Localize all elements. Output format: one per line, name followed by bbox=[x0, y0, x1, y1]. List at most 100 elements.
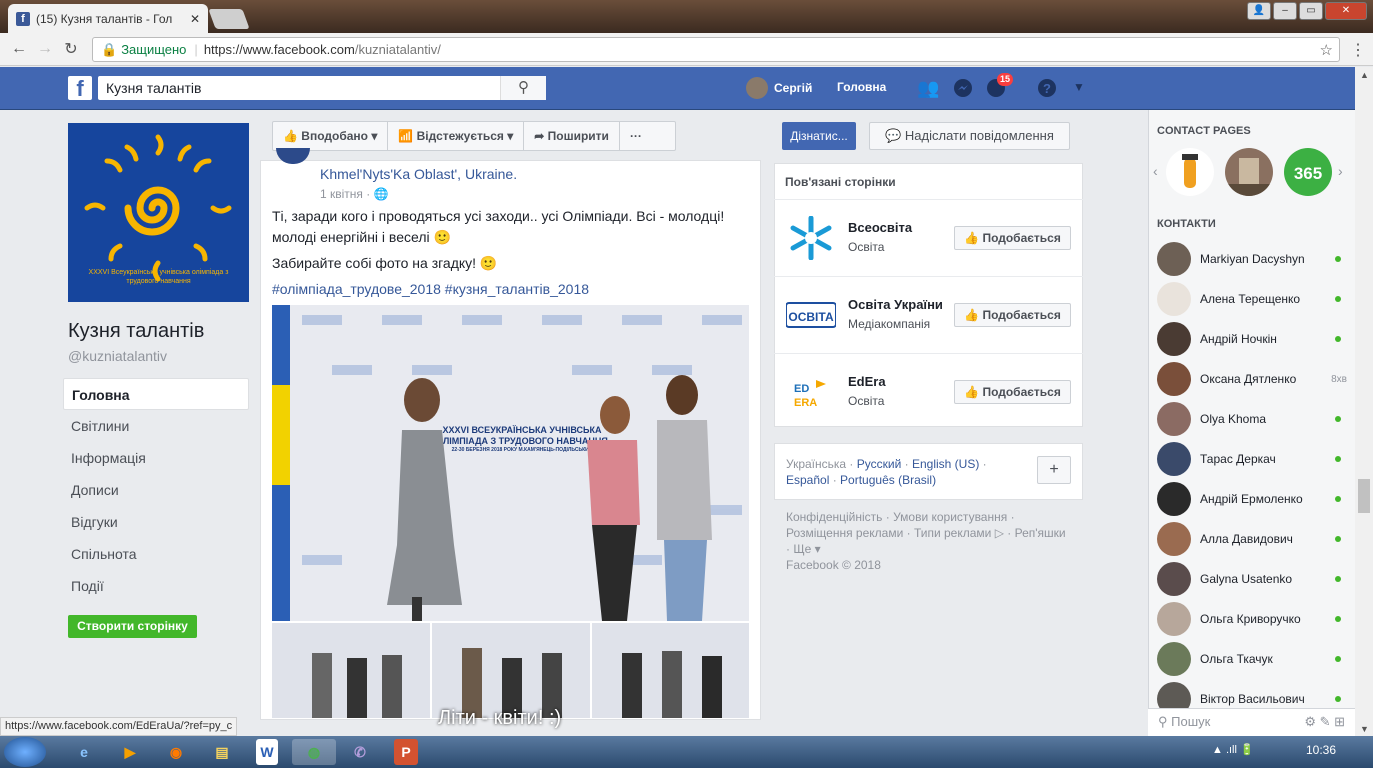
related-page-name[interactable]: EdEra bbox=[848, 374, 886, 389]
post-location-link[interactable]: Khmel'Nyts'Ka Oblast', Ukraine. bbox=[320, 166, 517, 182]
like-page-button[interactable]: 👍 Подобається bbox=[954, 226, 1071, 250]
user-icon[interactable]: 👤 bbox=[1247, 2, 1271, 20]
like-page-button[interactable]: 👍 Подобається bbox=[954, 303, 1071, 327]
page-handle[interactable]: @kuzniatalantiv bbox=[68, 348, 167, 364]
close-window-button[interactable]: ✕ bbox=[1325, 2, 1367, 20]
fb-top-bar: f Кузня талантів ⚲ Сергій Головна 👥 15 ?… bbox=[0, 67, 1355, 110]
like-page-button[interactable]: 👍 Подобається bbox=[954, 380, 1071, 404]
contact-item[interactable]: Андрій Ночкін bbox=[1157, 319, 1347, 359]
taskbar-clock[interactable]: 10:36 bbox=[1306, 743, 1336, 757]
language-link[interactable]: Русский bbox=[857, 457, 902, 471]
bookmark-star-icon[interactable]: ☆ bbox=[1320, 41, 1333, 59]
language-link[interactable]: Português (Brasil) bbox=[840, 473, 936, 487]
post-photo-thumb[interactable] bbox=[592, 623, 749, 718]
new-tab-button[interactable] bbox=[208, 9, 250, 29]
nav-item-photos[interactable]: Світлини bbox=[63, 410, 249, 442]
contact-item[interactable]: Galyna Usatenko bbox=[1157, 559, 1347, 599]
friend-requests-icon[interactable]: 👥 bbox=[917, 78, 939, 100]
account-menu-chevron-icon[interactable]: ▼ bbox=[1068, 80, 1090, 102]
scroll-up-arrow-icon[interactable]: ▲ bbox=[1360, 70, 1369, 80]
nav-item-home[interactable]: Головна bbox=[63, 378, 249, 410]
language-link[interactable]: English (US) bbox=[912, 457, 979, 471]
viber-icon[interactable]: ✆ bbox=[338, 739, 382, 765]
facebook-logo-icon[interactable]: f bbox=[68, 76, 92, 101]
media-player-icon[interactable]: ▶ bbox=[108, 739, 152, 765]
page-title[interactable]: Кузня талантів bbox=[68, 320, 204, 343]
related-page-name[interactable]: Всеосвіта bbox=[848, 220, 912, 235]
maximize-button[interactable]: ▭ bbox=[1299, 2, 1323, 20]
related-page-row[interactable]: ОСВІТА Освіта України Медіакомпанія 👍 По… bbox=[774, 276, 1083, 352]
post-photo-thumb[interactable] bbox=[432, 623, 590, 718]
contact-item[interactable]: Андрій Ермоленко bbox=[1157, 479, 1347, 519]
chat-search-input[interactable]: ⚲ Пошук ⚙ ✎ ⊞ bbox=[1148, 708, 1355, 736]
contact-item[interactable]: Ольга Криворучко bbox=[1157, 599, 1347, 639]
post-hashtags[interactable]: #олімпіада_трудове_2018 #кузня_талантів_… bbox=[272, 279, 752, 300]
file-explorer-icon[interactable]: ▤ bbox=[200, 739, 244, 765]
start-button[interactable] bbox=[4, 737, 46, 767]
carousel-next-icon[interactable]: › bbox=[1338, 163, 1343, 179]
nav-item-about[interactable]: Інформація bbox=[63, 442, 249, 474]
reload-icon[interactable]: ↻ bbox=[58, 39, 84, 59]
close-tab-icon[interactable]: ✕ bbox=[190, 12, 200, 26]
contact-item[interactable]: Оксана Дятленко 8хв bbox=[1157, 359, 1347, 399]
post-date[interactable]: 1 квітня · 🌐 bbox=[320, 187, 389, 201]
contact-page-avatar[interactable]: 365 bbox=[1284, 148, 1332, 196]
home-link[interactable]: Головна bbox=[837, 80, 886, 94]
more-button[interactable]: ··· bbox=[620, 122, 652, 150]
liked-button[interactable]: 👍 Вподобано ▾ bbox=[273, 122, 389, 150]
contact-item[interactable]: Olya Khoma bbox=[1157, 399, 1347, 439]
language-link[interactable]: Español bbox=[786, 473, 829, 487]
nav-item-events[interactable]: Події bbox=[63, 570, 249, 602]
related-page-row[interactable]: Всеосвіта Освіта 👍 Подобається bbox=[774, 199, 1083, 275]
contact-item[interactable]: Тарас Деркач bbox=[1157, 439, 1347, 479]
send-message-button[interactable]: 💬 Надіслати повідомлення bbox=[869, 122, 1070, 150]
ie-icon[interactable]: e bbox=[62, 739, 106, 765]
nav-item-community[interactable]: Спільнота bbox=[63, 538, 249, 570]
search-input[interactable]: Кузня талантів bbox=[98, 76, 546, 100]
chat-settings-icon[interactable]: ⚙ ✎ ⊞ bbox=[1304, 714, 1345, 730]
nav-item-reviews[interactable]: Відгуки bbox=[63, 506, 249, 538]
profile-link[interactable]: Сергій bbox=[746, 77, 812, 99]
contact-page-avatar[interactable] bbox=[1225, 148, 1273, 196]
omnibox[interactable]: 🔒 Защищено | https://www.facebook.com/ku… bbox=[92, 37, 1340, 62]
back-icon[interactable]: ← bbox=[6, 40, 32, 58]
contact-page-avatar[interactable] bbox=[1166, 148, 1214, 196]
messenger-icon[interactable] bbox=[952, 78, 974, 100]
system-tray-icons[interactable]: ▲ .ıll 🔋 bbox=[1212, 743, 1254, 756]
scroll-down-arrow-icon[interactable]: ▼ bbox=[1360, 724, 1369, 734]
page-profile-picture[interactable]: XXXVI Всеукраїнська учнівська олімпіада … bbox=[68, 123, 249, 302]
add-language-button[interactable]: + bbox=[1037, 456, 1071, 484]
contact-item[interactable]: Markiyan Dacyshyn bbox=[1157, 239, 1347, 279]
related-page-row[interactable]: ED ERA EdEra Освіта 👍 Подобається bbox=[774, 353, 1083, 429]
related-page-name[interactable]: Освіта України bbox=[848, 297, 943, 312]
contact-name: Тарас Деркач bbox=[1200, 452, 1276, 466]
copyright: Facebook © 2018 bbox=[786, 558, 881, 572]
browser-tab[interactable]: f (15) Кузня талантів - Гол ✕ bbox=[8, 4, 208, 33]
powerpoint-icon[interactable]: P bbox=[394, 739, 418, 765]
footer-line[interactable]: · Ще ▾ bbox=[786, 541, 1076, 557]
firefox-icon[interactable]: ◉ bbox=[154, 739, 198, 765]
scrollbar[interactable] bbox=[1355, 67, 1373, 736]
share-button[interactable]: ➦ Поширити bbox=[524, 122, 620, 150]
banner-title: XXXVI ВСЕУКРАЇНСЬКА УЧНІВСЬКА ОЛІМПІАДА … bbox=[436, 425, 608, 446]
learn-more-button[interactable]: Дізнатис... bbox=[782, 122, 856, 150]
contact-item[interactable]: Алена Терещенко bbox=[1157, 279, 1347, 319]
contact-item[interactable]: Ольга Ткачук bbox=[1157, 639, 1347, 679]
forward-icon[interactable]: → bbox=[32, 40, 58, 58]
nav-item-posts[interactable]: Дописи bbox=[63, 474, 249, 506]
create-page-button[interactable]: Створити сторінку bbox=[68, 615, 197, 638]
browser-menu-icon[interactable]: ⋮ bbox=[1350, 40, 1366, 60]
post-photo-thumb[interactable] bbox=[272, 623, 430, 718]
scrollbar-thumb[interactable] bbox=[1358, 479, 1370, 513]
word-icon[interactable]: W bbox=[256, 739, 278, 765]
contact-item[interactable]: Алла Давидович bbox=[1157, 519, 1347, 559]
following-button[interactable]: 📶 Відстежується ▾ bbox=[388, 122, 525, 150]
minimize-button[interactable]: – bbox=[1273, 2, 1297, 20]
chrome-icon[interactable]: ◍ bbox=[292, 739, 336, 765]
search-icon[interactable]: ⚲ bbox=[500, 76, 546, 100]
help-icon[interactable]: ? bbox=[1036, 78, 1058, 100]
footer-line[interactable]: Розміщення реклами · Типи реклами ▷ · Ре… bbox=[786, 525, 1076, 541]
footer-line[interactable]: Конфіденційність · Умови користування · bbox=[786, 509, 1076, 525]
carousel-prev-icon[interactable]: ‹ bbox=[1153, 163, 1158, 179]
post-photo-main[interactable]: XXXVI ВСЕУКРАЇНСЬКА УЧНІВСЬКА ОЛІМПІАДА … bbox=[272, 305, 749, 621]
